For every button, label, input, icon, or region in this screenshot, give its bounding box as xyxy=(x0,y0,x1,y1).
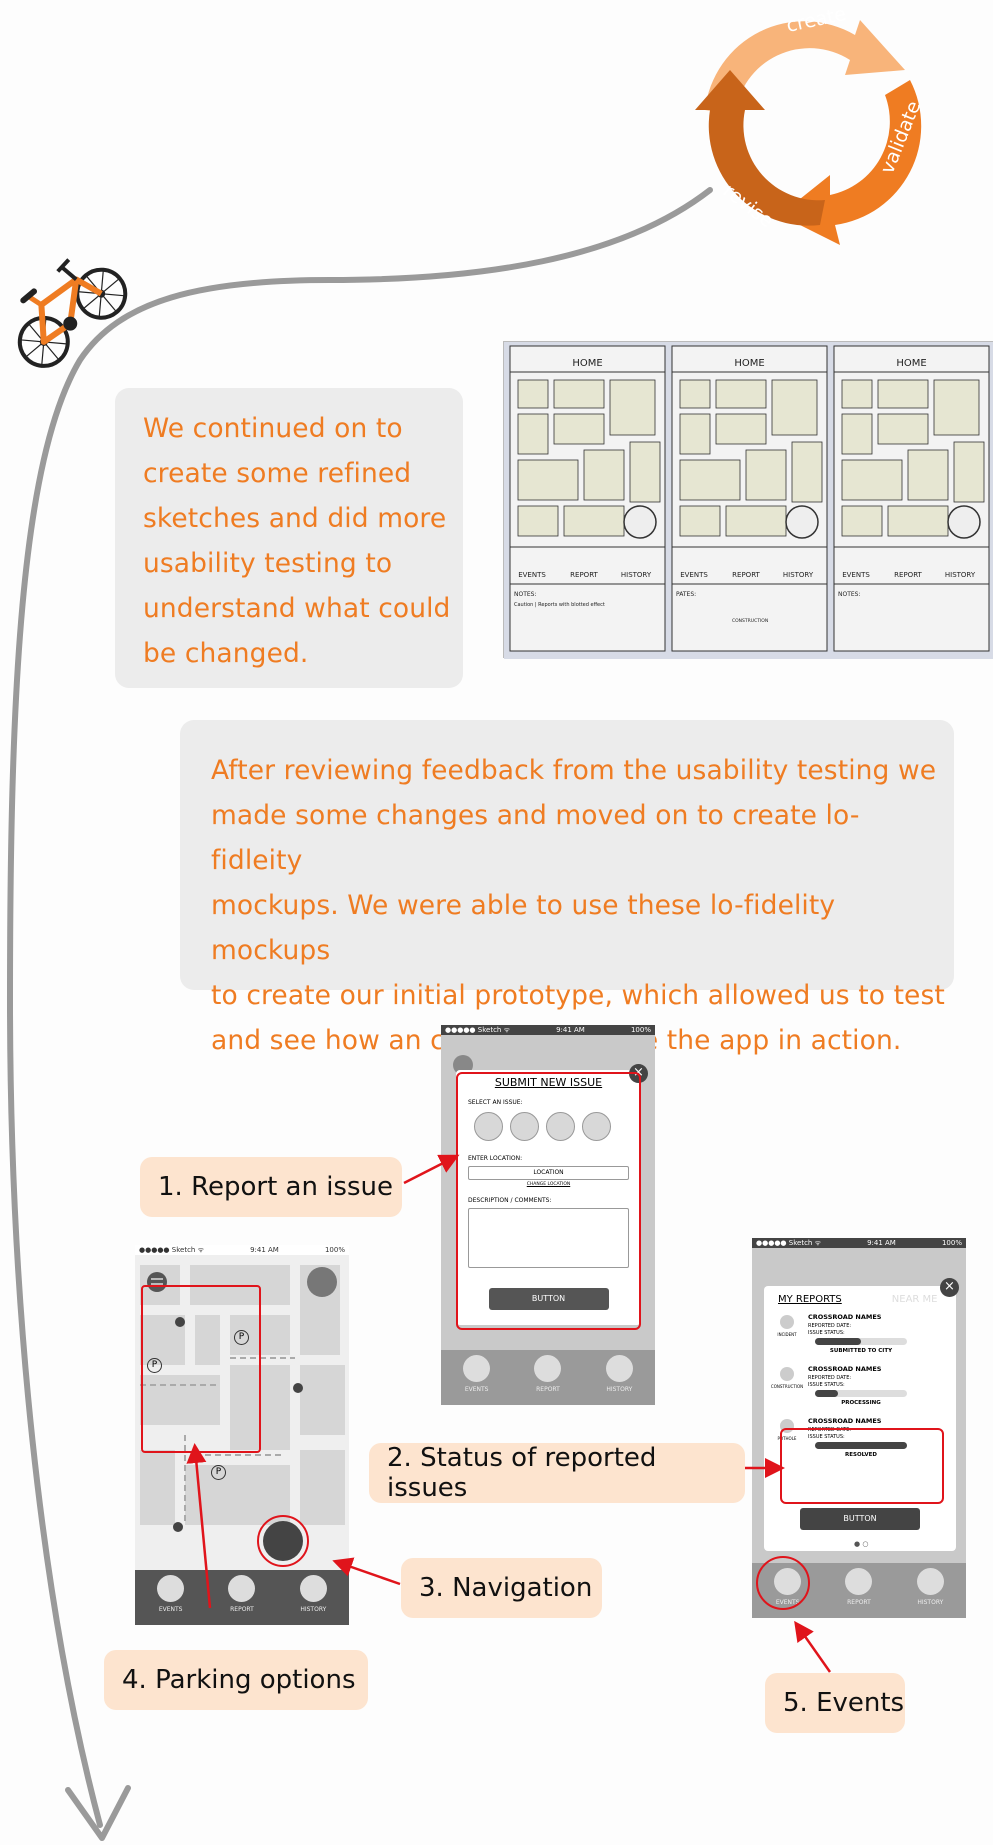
issue-type-icon xyxy=(780,1367,794,1381)
sketch-extra-label: CONSTRUCTION xyxy=(732,618,768,624)
nav-report[interactable]: REPORT xyxy=(228,1575,256,1625)
feedback-line: made some changes and moved on to create… xyxy=(211,800,860,876)
intro-line: understand what could xyxy=(143,593,451,624)
sketch-note-text: Caution | Reports with blotted effect xyxy=(514,602,605,608)
highlight-box xyxy=(780,1428,944,1504)
mockup-map: ●●●●● Sketch ᯤ 9:41 AM 100% P P P EVENTS… xyxy=(135,1245,349,1625)
sketch-title: HOME xyxy=(896,358,926,369)
feedback-line: mockups. We were able to use these lo-fi… xyxy=(211,890,836,966)
status-text: SUBMITTED TO CITY xyxy=(829,1348,893,1354)
compass-icon xyxy=(947,505,981,539)
nav-report[interactable]: REPORT xyxy=(534,1355,562,1405)
status-progress-fill xyxy=(815,1390,838,1397)
sketch-nav-label: HISTORY xyxy=(621,571,652,579)
page-dots: ● ○ xyxy=(854,1540,869,1548)
nav-history[interactable]: HISTORY xyxy=(299,1575,327,1625)
intro-line: We continued on to xyxy=(143,413,403,444)
issue-type-label: INCIDENT xyxy=(777,1332,797,1337)
reported-date: REPORTED DATE: xyxy=(808,1323,852,1329)
intro-line: sketches and did more xyxy=(143,503,447,534)
callout-events: 5. Events xyxy=(765,1673,905,1733)
sketch-nav-label: HISTORY xyxy=(783,571,814,579)
status-progress-fill xyxy=(815,1338,861,1345)
modal: MY REPORTS NEAR ME INCIDENT CROSSROAD NAM… xyxy=(764,1286,956,1551)
bicycle-icon xyxy=(17,258,128,368)
crossroad-name: CROSSROAD NAMES xyxy=(808,1313,882,1321)
sketch-nav-label: HISTORY xyxy=(945,571,976,579)
status-bar: ●●●●● Sketch ᯤ 9:41 AM 100% xyxy=(752,1238,966,1248)
feedback-line: to create our initial prototype, which a… xyxy=(211,980,945,1011)
sketch-title: HOME xyxy=(572,358,602,369)
parking-icon[interactable]: P xyxy=(211,1465,226,1480)
status-bar: ●●●●● Sketch ᯤ 9:41 AM 100% xyxy=(135,1245,349,1255)
tab-near-me[interactable]: NEAR ME xyxy=(892,1294,938,1305)
callout-status-issues: 2. Status of reported issues xyxy=(369,1443,745,1503)
nav-history[interactable]: HISTORY xyxy=(605,1355,633,1405)
status-progress-track xyxy=(815,1338,907,1345)
status-text: PROCESSING xyxy=(841,1400,881,1406)
sketch-nav-label: EVENTS xyxy=(680,571,708,579)
nav-events[interactable]: EVENTS xyxy=(463,1355,491,1405)
reports-button[interactable]: BUTTON xyxy=(800,1508,920,1530)
crossroad-name: CROSSROAD NAMES xyxy=(808,1365,882,1373)
issue-status-label: ISSUE STATUS: xyxy=(808,1330,845,1336)
sketch-nav-label: REPORT xyxy=(570,571,598,579)
highlight-box xyxy=(141,1285,261,1453)
intro-line: usability testing to xyxy=(143,548,393,579)
callout-report-issue: 1. Report an issue xyxy=(140,1157,402,1217)
report-item[interactable]: CONSTRUCTION CROSSROAD NAMES REPORTED DATE… xyxy=(770,1362,950,1410)
issue-status-label: ISSUE STATUS: xyxy=(808,1382,845,1388)
sketch-nav-label: EVENTS xyxy=(842,571,870,579)
sketch-nav-label: REPORT xyxy=(732,571,760,579)
mockup-submit-issue: ●●●●● Sketch ᯤ 9:41 AM 100% SUBMIT NEW I… xyxy=(441,1025,655,1405)
crossroad-name: CROSSROAD NAMES xyxy=(808,1417,882,1425)
sketch-nav-label: REPORT xyxy=(894,571,922,579)
feedback-line: After reviewing feedback from the usabil… xyxy=(211,755,937,786)
sketch-title: HOME xyxy=(734,358,764,369)
sketch-notes-label: NOTES: xyxy=(838,591,861,598)
sketch-nav-label: EVENTS xyxy=(518,571,546,579)
compass-icon xyxy=(623,505,657,539)
sketch-notes-label: PATES: xyxy=(676,591,696,598)
report-item[interactable]: INCIDENT CROSSROAD NAMES REPORTED DATE: ISS… xyxy=(770,1310,950,1358)
issue-type-label: CONSTRUCTION xyxy=(770,1384,804,1389)
bottom-nav: EVENTS REPORT HISTORY xyxy=(135,1570,349,1625)
sketch-panel: HOME EVENTS REPORT HISTORY PATES: CONSTRUCTIO… xyxy=(671,345,828,652)
highlight-circle xyxy=(257,1515,309,1567)
close-icon[interactable]: × xyxy=(940,1278,959,1297)
feedback-card: After reviewing feedback from the usabil… xyxy=(180,720,954,1056)
highlight-circle xyxy=(756,1556,810,1610)
mockup-my-reports: ●●●●● Sketch ᯤ 9:41 AM 100% MY REPORTS N… xyxy=(752,1238,966,1618)
status-bar: ●●●●● Sketch ᯤ 9:41 AM 100% xyxy=(441,1025,655,1035)
callout-parking: 4. Parking options xyxy=(104,1650,368,1710)
intro-line: be changed. xyxy=(143,638,309,669)
sketches-photo: HOME EVENTS REPORT HISTORY NOTES: Caution | R… xyxy=(503,341,993,659)
nav-report[interactable]: REPORT xyxy=(845,1568,873,1618)
tab-my-reports[interactable]: MY REPORTS xyxy=(778,1294,842,1305)
status-progress-track xyxy=(815,1390,907,1397)
intro-line: create some refined xyxy=(143,458,412,489)
sketch-panel: HOME EVENTS REPORT HISTORY NOTES: xyxy=(833,345,990,652)
issue-type-icon xyxy=(780,1315,794,1329)
nav-history[interactable]: HISTORY xyxy=(916,1568,944,1618)
reported-date: REPORTED DATE: xyxy=(808,1375,852,1381)
highlight-box xyxy=(456,1072,641,1330)
sketch-panel: HOME EVENTS REPORT HISTORY NOTES: Caution | R… xyxy=(509,345,666,652)
nav-events[interactable]: EVENTS xyxy=(157,1575,185,1625)
callout-navigation: 3. Navigation xyxy=(401,1558,602,1618)
intro-card: We continued on to create some refined s… xyxy=(115,388,463,688)
bottom-nav: EVENTS REPORT HISTORY xyxy=(441,1350,655,1405)
sketch-notes-label: NOTES: xyxy=(514,591,537,598)
create-validate-revise-cycle: create validate revise xyxy=(695,3,925,245)
compass-icon xyxy=(785,505,819,539)
